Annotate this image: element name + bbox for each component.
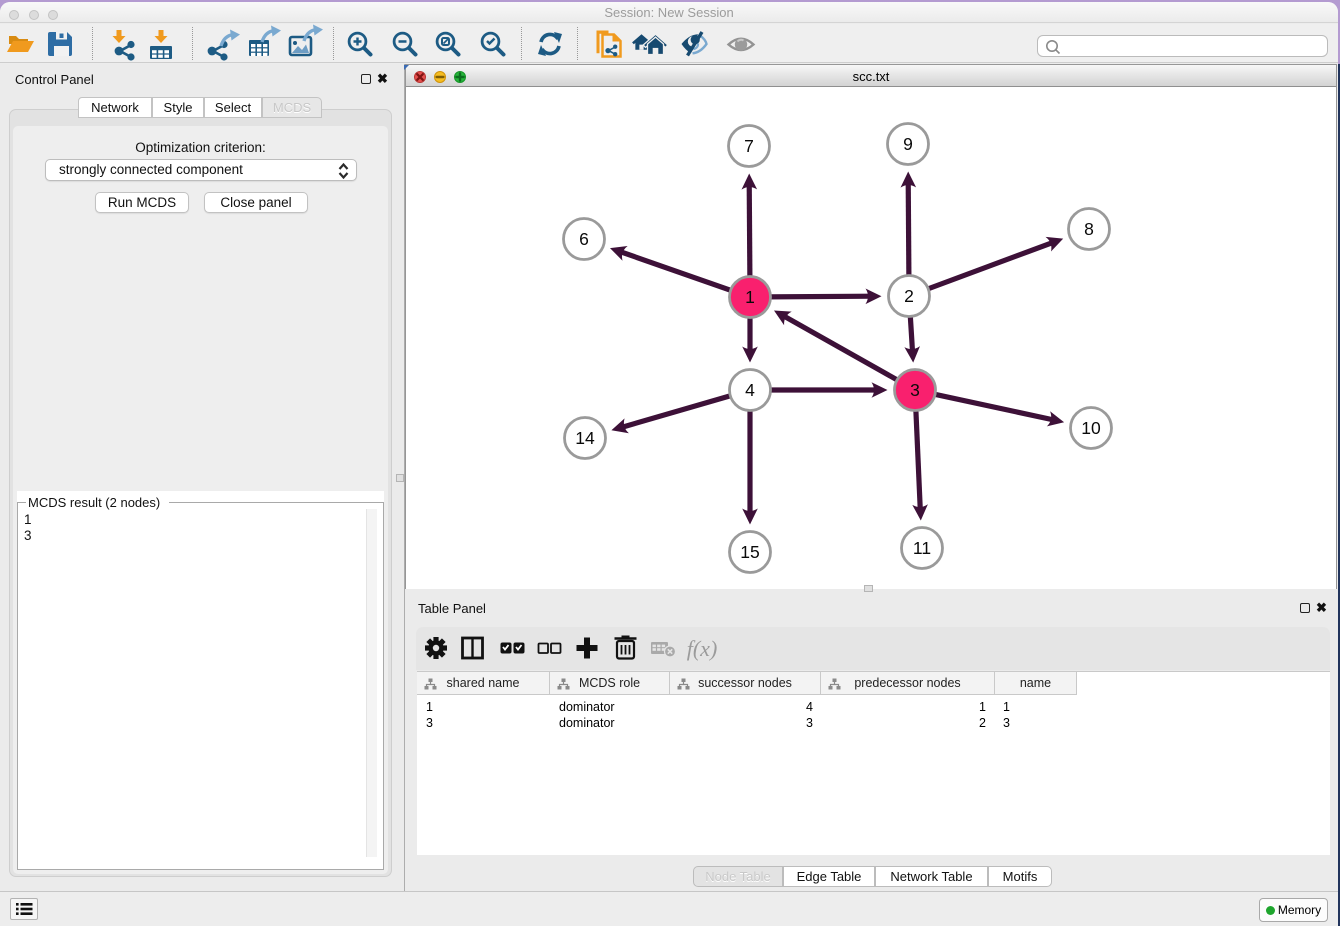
svg-text:8: 8 <box>1084 219 1094 239</box>
svg-text:f(x): f(x) <box>687 636 718 661</box>
svg-text:2: 2 <box>904 286 914 306</box>
svg-text:7: 7 <box>744 136 754 156</box>
svg-text:6: 6 <box>579 229 589 249</box>
svg-text:9: 9 <box>903 134 913 154</box>
svg-text:15: 15 <box>740 542 759 562</box>
svg-text:3: 3 <box>910 380 920 400</box>
svg-text:4: 4 <box>745 380 755 400</box>
svg-text:10: 10 <box>1081 418 1101 438</box>
svg-text:1: 1 <box>745 287 755 307</box>
svg-text:11: 11 <box>913 538 931 558</box>
svg-text:14: 14 <box>575 428 595 448</box>
